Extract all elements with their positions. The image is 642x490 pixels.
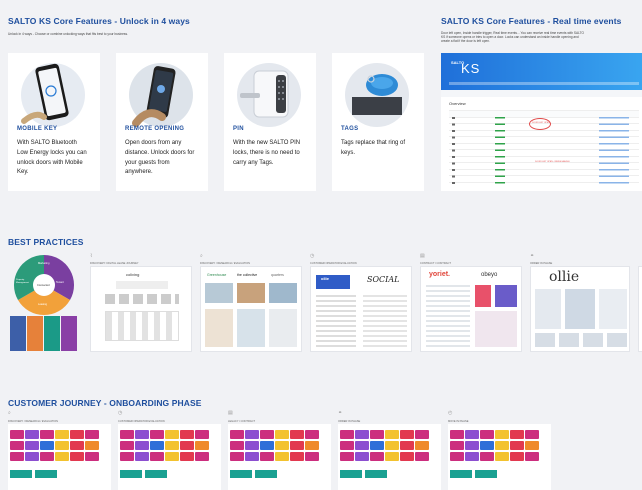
feature-card-remote-opening[interactable]: REMOTE OPENING Open doors from any dista… — [116, 53, 208, 191]
feature-card-title: REMOTE OPENING — [125, 126, 185, 132]
paperclip-icon: ⌇ — [90, 253, 93, 259]
app-tab-bar[interactable] — [441, 90, 642, 97]
unlock-section-subtitle: Unlock in 4 ways - Choose or combine unl… — [8, 32, 128, 36]
realtime-section-title: SALTO KS Core Features - Real time event… — [441, 16, 622, 26]
thumb-label: CONTRACT / CONTRACT — [420, 262, 451, 265]
brand-social: SOCIAL — [367, 275, 400, 284]
brand-ollie: ollie — [321, 276, 330, 281]
best-practice-thumb-contracts[interactable]: yoriet. obeyo — [420, 266, 522, 352]
brand-logo: coliving — [126, 272, 139, 277]
app-logo: KS — [461, 61, 481, 76]
brand-obeyo: obeyo — [481, 272, 498, 278]
best-practice-thumb-coliving[interactable]: coliving — [90, 266, 192, 352]
feature-card-tags[interactable]: TAGS Tags replace that ring of keys. — [332, 53, 424, 191]
wheel-center-label: Connected — [37, 284, 50, 287]
feature-card-description: With the new SALTO PIN locks, there is n… — [233, 140, 301, 166]
digital-lease-wheel[interactable]: Marketing Property Management Tenant Lea… — [8, 253, 80, 353]
customer-journey-title: CUSTOMER JOURNEY - ONBOARDING PHASE — [8, 398, 202, 408]
secondary-alert: DOOR LEFT OPEN - INSIDE HANDLE — [535, 161, 570, 163]
journey-board-operator[interactable] — [118, 424, 221, 490]
phase-label: CUSTOMER OPERATOR EVALUATION — [118, 420, 165, 423]
status-column — [495, 117, 505, 187]
search-icon: ⌕ — [200, 253, 203, 259]
unlock-section-title: SALTO KS Core Features - Unlock in 4 way… — [8, 16, 190, 26]
thumb-label: DISCOVERY: DIGITAL LEASE JOURNEY — [90, 262, 139, 265]
rt-table: DOOR LEFT OPEN DOOR LEFT OPEN - INSIDE H… — [449, 110, 639, 190]
key-tag-icon — [338, 61, 416, 131]
feature-card-mobile-key[interactable]: MOBILE KEY With SALTO Bluetooth Low Ener… — [8, 53, 100, 191]
thumb-label: DISCOVERY / RESEARCH / EVALUATION — [200, 262, 250, 265]
phone-in-hand-icon — [122, 61, 200, 131]
keypad-lock-icon — [230, 61, 308, 131]
brand-logo-text: coliving — [126, 272, 140, 277]
realtime-subtitle-line: create a flat if the door is left open. — [441, 39, 490, 43]
app-nav[interactable] — [449, 82, 639, 85]
journey-board-move-in[interactable] — [448, 424, 551, 490]
handshake-icon: ⚭ — [530, 253, 535, 259]
best-practice-thumb-social[interactable]: ollie SOCIAL — [310, 266, 412, 352]
feature-card-pin[interactable]: PIN With the new SALTO PIN locks, there … — [224, 53, 316, 191]
alert-badge: DOOR LEFT OPEN — [532, 122, 550, 124]
wheel-label-right: Tenant — [56, 281, 64, 284]
thumb-label: ORDER IN PHASE — [530, 262, 553, 265]
feature-card-description: With SALTO Bluetooth Low Energy locks yo… — [17, 140, 87, 176]
feature-card-description: Open doors from any distance. Unlock doo… — [125, 140, 195, 176]
link-column[interactable] — [599, 117, 629, 187]
search-icon: ⌕ — [8, 410, 11, 416]
row-icons — [452, 117, 455, 187]
feature-card-title: MOBILE KEY — [17, 126, 58, 132]
feature-card-title: TAGS — [341, 126, 359, 132]
brand-ollie-large: ollie — [549, 269, 580, 285]
journey-board-discovery[interactable] — [8, 424, 111, 490]
calendar-icon: ◴ — [448, 410, 453, 416]
phase-label: MOVE IN PHASE — [448, 420, 469, 423]
best-practices-title: BEST PRACTICES — [8, 237, 84, 247]
phase-label: DISCOVERY / RESEARCH / EVALUATION — [8, 420, 58, 423]
alert-highlight — [529, 118, 551, 130]
brand-quarters: quarters — [271, 273, 284, 277]
document-icon: ▤ — [420, 253, 425, 259]
wheel-label-top: Marketing — [38, 262, 50, 265]
wheel-label-bottom: Leasing — [38, 303, 48, 306]
brand-collective: the collective — [237, 273, 258, 277]
handshake-icon: ⚭ — [338, 410, 343, 416]
best-practice-thumb-brands[interactable]: Greenhouse the collective quarters — [200, 266, 302, 352]
thumb-label: CUSTOMER OPERATOR EVALUATION — [310, 262, 357, 265]
smartphone-icon — [14, 61, 92, 131]
feature-card-title: PIN — [233, 126, 244, 132]
feature-card-description: Tags replace that ring of keys. — [341, 140, 406, 156]
phase-label: LEGACY / CONTRACT — [228, 420, 256, 423]
wheel-label-left: Property Management — [16, 279, 29, 284]
realtime-app-screenshot[interactable]: SALTO KS Overview DOOR LEFT OPEN DOOR LE… — [441, 53, 642, 191]
brand-yoriet: yoriet. — [429, 271, 451, 278]
clock-icon: ◷ — [118, 410, 123, 416]
journey-board-contract[interactable] — [228, 424, 331, 490]
panel-title: Overview — [449, 101, 466, 106]
best-practice-thumb-overflow[interactable] — [638, 266, 642, 352]
phase-label: ORDER IN PHASE — [338, 420, 361, 423]
document-icon: ▤ — [228, 410, 233, 416]
app-header: SALTO KS — [441, 53, 642, 90]
journey-board-order[interactable] — [338, 424, 441, 490]
clock-icon: ◷ — [310, 253, 315, 259]
brand-greenhouse: Greenhouse — [207, 273, 227, 277]
best-practice-thumb-ollie[interactable]: ollie — [530, 266, 630, 352]
